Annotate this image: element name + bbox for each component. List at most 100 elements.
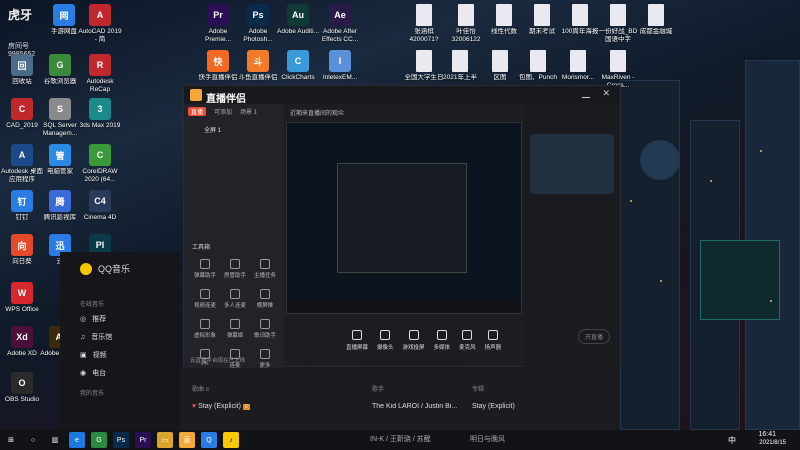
control-button[interactable]: 直播屏幕 (346, 329, 368, 351)
track-title: Stay (Explicit) (198, 403, 241, 410)
control-button[interactable]: 游戏投屏 (403, 329, 425, 351)
desktop-file-label: 包图、Punch (519, 74, 557, 81)
desktop-icon-label: OBS Studio (5, 396, 39, 403)
app-logo-icon (190, 89, 202, 101)
tool-button[interactable]: 多人连麦 (220, 289, 250, 309)
control-label: 扬声器 (484, 344, 502, 351)
desktop-icon-label: CAD_2019 (6, 122, 38, 129)
track-row[interactable]: ♥ Stay (Explicit) E The Kid LAROI / Just… (180, 393, 620, 410)
video-icon: ▣ (80, 352, 87, 359)
desktop-icon[interactable]: C CorelDRAW 2020 (64... (78, 142, 122, 194)
desktop-file[interactable]: 张涵棋 4200071? (402, 2, 446, 54)
tool-button[interactable]: 更多 (250, 349, 280, 369)
desktop-icon-label: ClickCharts (281, 74, 315, 81)
desktop-file-label: 期末考试 (529, 28, 555, 35)
desktop-icon[interactable]: Ae Adobe After Effects CC... (318, 2, 362, 54)
clock-time[interactable]: 16:41 (758, 431, 776, 438)
qqmusic-icon[interactable]: ♪ (223, 432, 239, 448)
windows-start-icon[interactable]: ⊞ (3, 432, 19, 448)
qq-nav-music-hall[interactable]: ♫ 音乐馆 (60, 328, 180, 346)
app-icon: Xd (11, 326, 33, 348)
heart-icon[interactable]: ♥ (192, 403, 196, 410)
desktop-icon[interactable]: Pr Adobe Premie... (196, 2, 240, 54)
close-icon[interactable]: ✕ (602, 88, 610, 99)
tool-button[interactable]: 弹幕姬 (220, 319, 250, 339)
control-icon (380, 329, 391, 340)
desktop-icon[interactable]: 管电脑管家 (38, 142, 82, 194)
notice-text: 云直播平台现在已上线 (190, 358, 246, 364)
col-header-artist[interactable]: 歌手 (372, 384, 472, 393)
explorer-icon[interactable]: ▭ (157, 432, 173, 448)
app-icon: Ae (329, 4, 351, 26)
desktop-icon[interactable]: O OBS Studio (0, 370, 44, 422)
tab-add[interactable]: 可添加 (214, 107, 232, 116)
desktop-icon[interactable]: Au Adobe Auditi... (276, 2, 320, 54)
desktop-file-label: 2021年上半 (443, 74, 477, 81)
file-icon (496, 4, 512, 26)
edge-icon[interactable]: e (69, 432, 85, 448)
tab-scene[interactable]: 场景 1 (240, 107, 257, 116)
desktop-icon[interactable]: 3 3ds Max 2019 (78, 96, 122, 148)
control-button[interactable]: 麦克风 (459, 329, 476, 351)
tab-live[interactable]: 直播 (188, 107, 207, 116)
col-header-song[interactable]: 歌曲 ≡ (192, 384, 372, 393)
scene-panel: 直播 可添加 场景 1 全屏 1 工具箱 弹幕助手 房管助手 主播任务视频连麦 多人连… (184, 104, 284, 369)
desktop-icon[interactable]: A AutoCAD 2019 - 简 (78, 2, 122, 54)
tool-label: 横屏推 (256, 303, 274, 309)
control-button[interactable]: 扬声器 (484, 329, 502, 351)
desktop-icon[interactable]: S SQL Server Managem... (38, 96, 82, 148)
desktop-icon-label: InletexEM... (322, 74, 358, 81)
tool-icon (230, 289, 240, 299)
desktop-icon-label: 回收站 (12, 78, 32, 85)
file-icon (570, 50, 586, 72)
track-artist[interactable]: The Kid LAROI / Justin Bi... (372, 403, 472, 410)
app-icon: C (89, 144, 111, 166)
qq-icon[interactable]: Q (201, 432, 217, 448)
tool-button[interactable]: 弹幕助手 (190, 259, 220, 279)
desktop-icon[interactable]: Ps Adobe Photosh... (236, 2, 280, 54)
search-icon[interactable]: ○ (25, 432, 41, 448)
minimize-icon[interactable] (582, 90, 590, 98)
track-album[interactable]: Stay (Explicit) (472, 403, 515, 410)
start-live-button[interactable]: 开直播 (577, 329, 610, 344)
app-titlebar: 直播伴侣 ✕ (184, 86, 620, 105)
file-icon (534, 4, 550, 26)
task-view-icon[interactable]: ▥ (47, 432, 63, 448)
clock-date[interactable]: 2021/8/15 (759, 440, 786, 446)
chrome-icon[interactable]: G (91, 432, 107, 448)
file-icon (648, 4, 664, 26)
tool-button[interactable]: 歌词助手 (250, 319, 280, 339)
control-icon (462, 329, 473, 340)
scene-item[interactable]: 全屏 1 (184, 119, 284, 140)
streaming-app-icon[interactable]: 直 (179, 432, 195, 448)
desktop-file[interactable]: 成都金融城 (634, 2, 678, 54)
lang-indicator[interactable]: 中 (728, 435, 736, 446)
control-button[interactable]: 摄像头 (377, 329, 394, 351)
tool-button[interactable]: 房管助手 (220, 259, 250, 279)
tool-button[interactable]: 主播任务 (250, 259, 280, 279)
col-header-album[interactable]: 专辑 (472, 384, 484, 393)
photoshop-icon[interactable]: Ps (113, 432, 129, 448)
tool-label: 视频连麦 (193, 303, 216, 309)
file-icon (572, 4, 588, 26)
qq-nav-recommend[interactable]: ◎ 推荐 (60, 310, 180, 328)
tool-button[interactable]: 虚拟形象 (190, 319, 220, 339)
app-icon: 斗 (247, 50, 269, 72)
app-icon: C4 (89, 190, 111, 212)
toolbox-title: 工具箱 (192, 245, 211, 251)
tool-button[interactable]: 视频连麦 (190, 289, 220, 309)
file-icon (416, 50, 432, 72)
desktop-icon-label: Adobe XD (7, 350, 37, 357)
desktop-file-label: 100周年海报 (561, 28, 599, 35)
qq-nav-video[interactable]: ▣ 视频 (60, 346, 180, 364)
qq-nav-radio[interactable]: ◉ 电台 (60, 364, 180, 382)
qq-music-title: QQ音乐 (98, 264, 131, 274)
desktop-icon-label: 手游网盘 (51, 28, 77, 35)
premiere-icon[interactable]: Pr (135, 432, 151, 448)
app-icon: 回 (11, 54, 33, 76)
music-hall-icon: ♫ (80, 333, 86, 341)
tool-button[interactable]: 横屏推 (250, 289, 280, 309)
control-button[interactable]: 多媒体 (434, 329, 450, 351)
app-icon: S (49, 98, 71, 120)
app-icon: 快 (207, 50, 229, 72)
